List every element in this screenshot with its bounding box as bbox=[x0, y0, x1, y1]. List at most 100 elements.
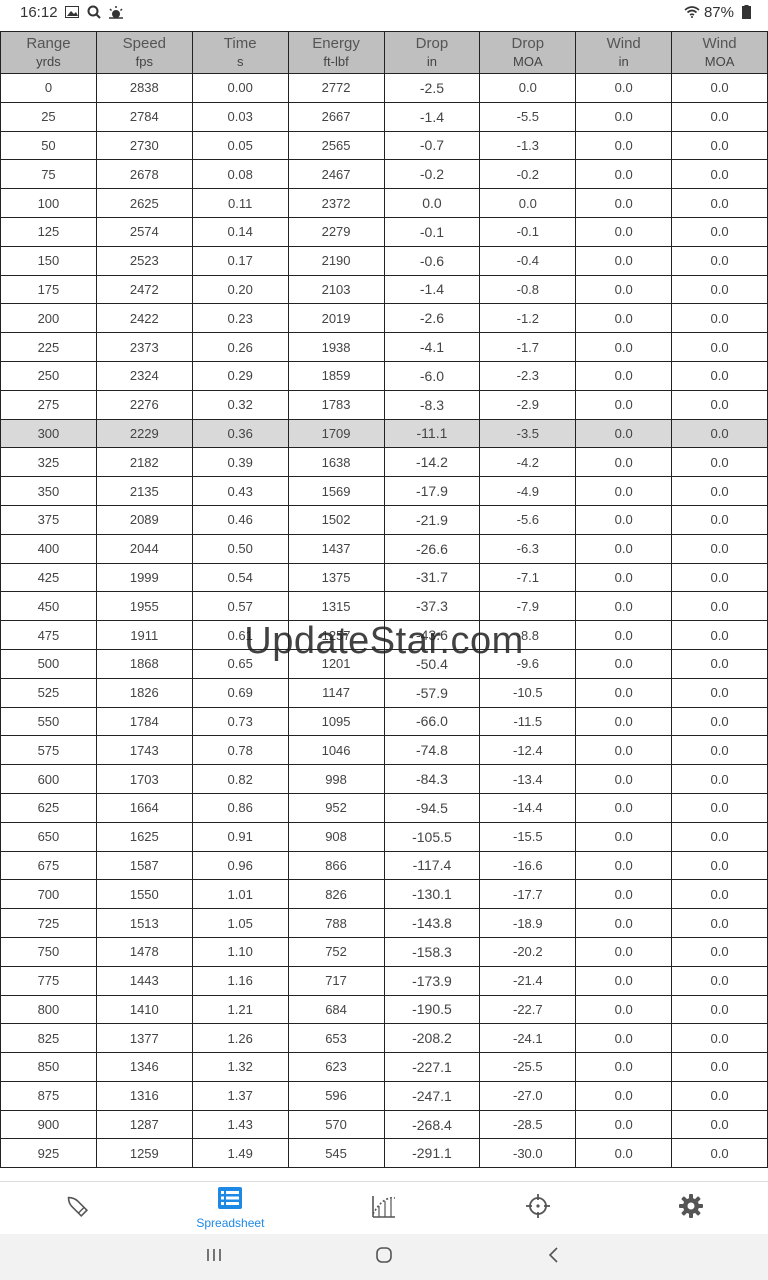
table-row[interactable]: 375 2089 0.46 1502 -21.9 -5.6 0.0 0.0 bbox=[0, 504, 768, 535]
nav-item-settings[interactable] bbox=[614, 1182, 768, 1235]
table-cell: -21.4 bbox=[479, 965, 577, 996]
table-row[interactable]: 650 1625 0.91 908 -105.5 -15.5 0.0 0.0 bbox=[0, 821, 768, 852]
table-cell: 225 bbox=[0, 332, 97, 362]
table-row[interactable]: 350 2135 0.43 1569 -17.9 -4.9 0.0 0.0 bbox=[0, 476, 768, 506]
table-cell: 0.0 bbox=[671, 303, 768, 334]
table-row[interactable]: 150 2523 0.17 2190 -0.6 -0.4 0.0 0.0 bbox=[0, 245, 768, 276]
table-cell: 600 bbox=[0, 764, 97, 794]
table-cell: -74.8 bbox=[383, 735, 481, 766]
system-navigation-bar bbox=[0, 1234, 768, 1280]
table-cell: -57.9 bbox=[383, 677, 481, 708]
table-cell: 0.0 bbox=[671, 389, 768, 420]
nav-item-spreadsheet[interactable]: Spreadsheet bbox=[154, 1182, 308, 1235]
table-cell: -94.5 bbox=[383, 792, 481, 823]
table-cell: 1625 bbox=[95, 821, 193, 852]
table-row[interactable]: 775 1443 1.16 717 -173.9 -21.4 0.0 0.0 bbox=[0, 965, 768, 996]
table-cell: 525 bbox=[0, 677, 97, 708]
table-cell: 0.0 bbox=[671, 332, 768, 362]
table-row[interactable]: 900 1287 1.43 570 -268.4 -28.5 0.0 0.0 bbox=[0, 1109, 768, 1140]
trajectory-chart-icon bbox=[370, 1192, 398, 1225]
table-cell: 0.0 bbox=[575, 418, 673, 449]
table-cell: -2.9 bbox=[479, 389, 577, 420]
nav-item-target[interactable] bbox=[461, 1182, 615, 1235]
table-cell: 275 bbox=[0, 389, 97, 420]
table-row[interactable]: 225 2373 0.26 1938 -4.1 -1.7 0.0 0.0 bbox=[0, 332, 768, 362]
table-row[interactable]: 125 2574 0.14 2279 -0.1 -0.1 0.0 0.0 bbox=[0, 216, 768, 247]
home-button[interactable] bbox=[299, 1246, 469, 1269]
table-cell: -6.0 bbox=[383, 360, 481, 391]
back-button[interactable] bbox=[469, 1246, 639, 1269]
table-row[interactable]: 50 2730 0.05 2565 -0.7 -1.3 0.0 0.0 bbox=[0, 130, 768, 161]
table-cell: 1.16 bbox=[191, 965, 289, 996]
table-cell: 0.0 bbox=[575, 908, 673, 938]
table-cell: -66.0 bbox=[383, 706, 481, 737]
table-cell: 0.0 bbox=[671, 476, 768, 506]
table-cell: 0.0 bbox=[671, 447, 768, 478]
table-row[interactable]: 525 1826 0.69 1147 -57.9 -10.5 0.0 0.0 bbox=[0, 677, 768, 708]
table-cell: 1046 bbox=[287, 735, 385, 766]
gallery-icon bbox=[64, 4, 80, 20]
table-cell: 0.0 bbox=[575, 562, 673, 593]
table-row[interactable]: 925 1259 1.49 545 -291.1 -30.0 0.0 0.0 bbox=[0, 1138, 768, 1169]
column-header: Wind MOA bbox=[671, 31, 768, 74]
table-cell: 750 bbox=[0, 936, 97, 967]
table-cell: 0.91 bbox=[191, 821, 289, 852]
table-row[interactable]: 0 2838 0.00 2772 -2.5 0.0 0.0 0.0 bbox=[0, 73, 768, 103]
table-row[interactable]: 300 2229 0.36 1709 -11.1 -3.5 0.0 0.0 bbox=[0, 418, 768, 449]
table-row[interactable]: 850 1346 1.32 623 -227.1 -25.5 0.0 0.0 bbox=[0, 1052, 768, 1082]
table-cell: -7.1 bbox=[479, 562, 577, 593]
ballistics-spreadsheet[interactable]: Range yrds Speed fps Time s Energy ft-lbf Drop in… bbox=[0, 31, 768, 1181]
table-cell: -0.4 bbox=[479, 245, 577, 276]
status-bar: 16:12 87% bbox=[0, 0, 768, 24]
table-row[interactable]: 425 1999 0.54 1375 -31.7 -7.1 0.0 0.0 bbox=[0, 562, 768, 593]
table-row[interactable]: 600 1703 0.82 998 -84.3 -13.4 0.0 0.0 bbox=[0, 764, 768, 794]
table-row[interactable]: 175 2472 0.20 2103 -1.4 -0.8 0.0 0.0 bbox=[0, 274, 768, 305]
table-row[interactable]: 550 1784 0.73 1095 -66.0 -11.5 0.0 0.0 bbox=[0, 706, 768, 737]
nav-item-rifle[interactable] bbox=[0, 1182, 154, 1235]
table-row[interactable]: 250 2324 0.29 1859 -6.0 -2.3 0.0 0.0 bbox=[0, 360, 768, 391]
table-row[interactable]: 100 2625 0.11 2372 0.0 0.0 0.0 0.0 bbox=[0, 188, 768, 218]
table-cell: 653 bbox=[287, 1023, 385, 1054]
table-row[interactable]: 875 1316 1.37 596 -247.1 -27.0 0.0 0.0 bbox=[0, 1080, 768, 1111]
column-header-unit: fps bbox=[135, 53, 153, 69]
table-cell: 1315 bbox=[287, 591, 385, 622]
table-cell: 100 bbox=[0, 188, 97, 218]
table-cell: 0.0 bbox=[671, 159, 768, 190]
table-cell: 0.0 bbox=[671, 764, 768, 794]
table-cell: 0.0 bbox=[575, 101, 673, 132]
table-cell: -26.6 bbox=[383, 533, 481, 564]
column-header-label: Energy bbox=[312, 34, 360, 52]
table-header-row: Range yrds Speed fps Time s Energy ft-lbf Drop in… bbox=[0, 31, 768, 74]
table-cell: 0.17 bbox=[191, 245, 289, 276]
table-row[interactable]: 825 1377 1.26 653 -208.2 -24.1 0.0 0.0 bbox=[0, 1023, 768, 1054]
table-cell: 2229 bbox=[95, 418, 193, 449]
table-cell: 1955 bbox=[95, 591, 193, 622]
table-cell: -14.4 bbox=[479, 792, 577, 823]
table-cell: 2135 bbox=[95, 476, 193, 506]
table-cell: 125 bbox=[0, 216, 97, 247]
table-cell: 0.0 bbox=[479, 188, 577, 218]
table-row[interactable]: 500 1868 0.65 1201 -50.4 -9.6 0.0 0.0 bbox=[0, 648, 768, 679]
table-cell: -7.9 bbox=[479, 591, 577, 622]
recent-apps-button[interactable] bbox=[129, 1247, 299, 1268]
table-row[interactable]: 275 2276 0.32 1783 -8.3 -2.9 0.0 0.0 bbox=[0, 389, 768, 420]
table-row[interactable]: 575 1743 0.78 1046 -74.8 -12.4 0.0 0.0 bbox=[0, 735, 768, 766]
table-row[interactable]: 200 2422 0.23 2019 -2.6 -1.2 0.0 0.0 bbox=[0, 303, 768, 334]
table-cell: 850 bbox=[0, 1052, 97, 1082]
table-cell: 0.0 bbox=[671, 274, 768, 305]
table-row[interactable]: 725 1513 1.05 788 -143.8 -18.9 0.0 0.0 bbox=[0, 908, 768, 938]
table-row[interactable]: 325 2182 0.39 1638 -14.2 -4.2 0.0 0.0 bbox=[0, 447, 768, 478]
table-row[interactable]: 475 1911 0.61 1257 -43.6 -8.8 0.0 0.0 bbox=[0, 620, 768, 650]
table-row[interactable]: 750 1478 1.10 752 -158.3 -20.2 0.0 0.0 bbox=[0, 936, 768, 967]
table-row[interactable]: 75 2678 0.08 2467 -0.2 -0.2 0.0 0.0 bbox=[0, 159, 768, 190]
table-row[interactable]: 625 1664 0.86 952 -94.5 -14.4 0.0 0.0 bbox=[0, 792, 768, 823]
table-row[interactable]: 450 1955 0.57 1315 -37.3 -7.9 0.0 0.0 bbox=[0, 591, 768, 622]
table-row[interactable]: 400 2044 0.50 1437 -26.6 -6.3 0.0 0.0 bbox=[0, 533, 768, 564]
table-row[interactable]: 800 1410 1.21 684 -190.5 -22.7 0.0 0.0 bbox=[0, 994, 768, 1025]
column-header-unit: MOA bbox=[513, 53, 543, 69]
table-cell: 0.50 bbox=[191, 533, 289, 564]
table-row[interactable]: 700 1550 1.01 826 -130.1 -17.7 0.0 0.0 bbox=[0, 879, 768, 910]
nav-item-trajectory[interactable] bbox=[307, 1182, 461, 1235]
table-row[interactable]: 675 1587 0.96 866 -117.4 -16.6 0.0 0.0 bbox=[0, 850, 768, 881]
table-row[interactable]: 25 2784 0.03 2667 -1.4 -5.5 0.0 0.0 bbox=[0, 101, 768, 132]
